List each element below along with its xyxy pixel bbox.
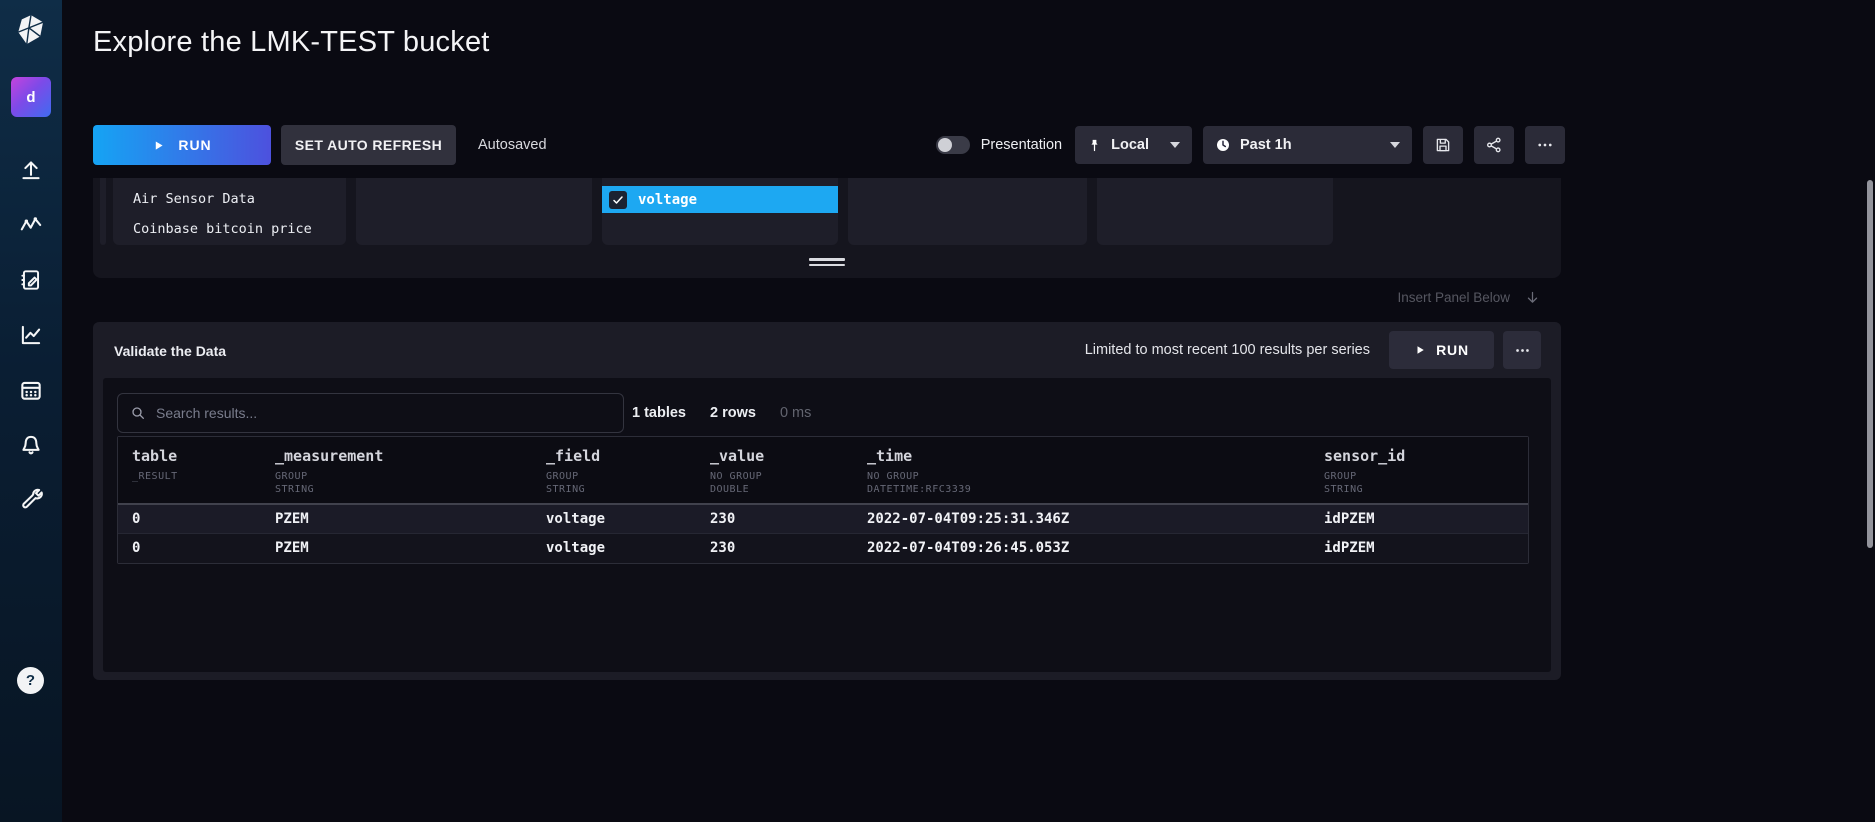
query-time: 0 ms — [779, 405, 812, 421]
chevron-down-icon — [1390, 142, 1400, 148]
panel-resize-handle[interactable] — [809, 258, 845, 269]
alerts-bell-icon[interactable] — [18, 432, 44, 458]
checkbox-checked-icon[interactable] — [609, 190, 627, 209]
toggle-knob — [937, 138, 952, 152]
time-range-dropdown[interactable]: Past 1h — [1203, 126, 1412, 164]
clock-icon — [1217, 139, 1229, 151]
data-explorer-icon[interactable] — [18, 212, 44, 238]
validate-run-button[interactable]: RUN — [1389, 331, 1494, 369]
table-header: table _RESULT _measurement GROUP STRING … — [118, 437, 1528, 505]
field-item-voltage[interactable]: voltage — [602, 186, 838, 213]
save-button[interactable] — [1423, 126, 1463, 164]
limit-note: Limited to most recent 100 results per s… — [1084, 342, 1370, 358]
results-table: table _RESULT _measurement GROUP STRING … — [117, 436, 1529, 564]
dashboards-icon[interactable] — [18, 322, 44, 348]
settings-wrench-icon[interactable] — [18, 487, 44, 513]
table-row: 0 PZEM voltage 230 2022-07-04T09:26:45.0… — [118, 534, 1528, 563]
validate-panel: Validate the Data Limited to most recent… — [93, 322, 1561, 680]
sidebar: d ? — [0, 0, 62, 822]
toolbar-right: Presentation Local Past 1h — [935, 125, 1565, 165]
chevron-down-icon — [1170, 142, 1180, 148]
share-button[interactable] — [1474, 126, 1514, 164]
run-button[interactable]: RUN — [93, 125, 271, 165]
insert-panel-below[interactable]: Insert Panel Below — [1397, 290, 1540, 305]
arrow-down-icon — [1527, 291, 1538, 303]
validate-run-label: RUN — [1436, 342, 1469, 358]
column-header: sensor_id GROUP STRING — [1324, 447, 1406, 495]
source-label: Local — [1111, 137, 1149, 153]
validate-title: Validate the Data — [114, 343, 227, 359]
rows-count: 2 rows — [710, 405, 756, 421]
tables-count: 1 tables — [632, 405, 686, 421]
search-icon — [132, 407, 144, 419]
column-header: _field GROUP STRING — [546, 447, 601, 495]
share-icon — [1487, 137, 1501, 153]
run-label: RUN — [178, 137, 212, 153]
column-header: _time NO GROUP DATETIME:RFC3339 — [867, 447, 972, 495]
help-label: ? — [25, 672, 36, 689]
set-auto-refresh-button[interactable]: SET AUTO REFRESH — [281, 125, 456, 165]
ellipsis-icon — [1515, 348, 1529, 352]
play-icon — [1417, 346, 1424, 354]
pin-icon — [1091, 139, 1098, 151]
notebooks-icon[interactable] — [18, 267, 44, 293]
table-row: 0 PZEM voltage 230 2022-07-04T09:25:31.3… — [118, 505, 1528, 534]
presentation-toggle[interactable] — [935, 136, 970, 154]
more-options-button[interactable] — [1525, 126, 1565, 164]
list-item-bucket[interactable]: Air Sensor Data — [113, 184, 346, 214]
autosaved-status: Autosaved — [478, 137, 547, 153]
validate-more-button[interactable] — [1503, 331, 1541, 369]
play-icon — [156, 140, 163, 150]
list-item-bucket[interactable]: Coinbase bitcoin price — [113, 214, 346, 244]
field-label: voltage — [638, 191, 698, 208]
toolbar-left: RUN SET AUTO REFRESH Autosaved — [93, 125, 547, 165]
scrollbar-thumb[interactable] — [1867, 180, 1873, 548]
column-header: table _RESULT — [132, 447, 178, 482]
results-toolbar: 1 tables 2 rows 0 ms — [117, 393, 811, 433]
presentation-label: Presentation — [980, 137, 1063, 153]
builder-column-fields: voltage — [602, 178, 838, 245]
builder-column-edge — [100, 178, 106, 245]
help-button[interactable]: ? — [17, 667, 44, 694]
search-input[interactable] — [156, 405, 611, 421]
validate-header-right: Limited to most recent 100 results per s… — [1085, 331, 1541, 369]
insert-panel-label: Insert Panel Below — [1397, 290, 1510, 305]
app-root: d ? Explore the LMK-TEST bucket RUN SET … — [0, 0, 1875, 822]
tasks-calendar-icon[interactable] — [18, 377, 44, 403]
influxdb-logo-icon[interactable] — [14, 13, 48, 47]
upload-icon[interactable] — [18, 157, 44, 183]
builder-column-empty — [848, 178, 1087, 245]
sidebar-nav — [18, 157, 44, 513]
results-container: 1 tables 2 rows 0 ms table _RESULT _meas… — [103, 378, 1551, 672]
page-title: Explore the LMK-TEST bucket — [93, 26, 490, 58]
save-icon — [1436, 138, 1450, 152]
builder-column-empty — [1097, 178, 1333, 245]
column-header: _measurement GROUP STRING — [275, 447, 384, 495]
builder-column-buckets: Air Sensor Data Coinbase bitcoin price — [113, 178, 346, 245]
builder-column-empty — [356, 178, 592, 245]
builder-columns: Air Sensor Data Coinbase bitcoin price v… — [93, 178, 1561, 245]
avatar-letter: d — [26, 88, 36, 106]
ellipsis-icon — [1538, 143, 1552, 147]
source-dropdown[interactable]: Local — [1075, 126, 1192, 164]
org-avatar[interactable]: d — [11, 77, 51, 117]
time-range-label: Past 1h — [1240, 137, 1292, 153]
search-box[interactable] — [117, 393, 624, 433]
column-header: _value NO GROUP DOUBLE — [710, 447, 765, 495]
query-builder-panel: Air Sensor Data Coinbase bitcoin price v… — [93, 178, 1561, 278]
